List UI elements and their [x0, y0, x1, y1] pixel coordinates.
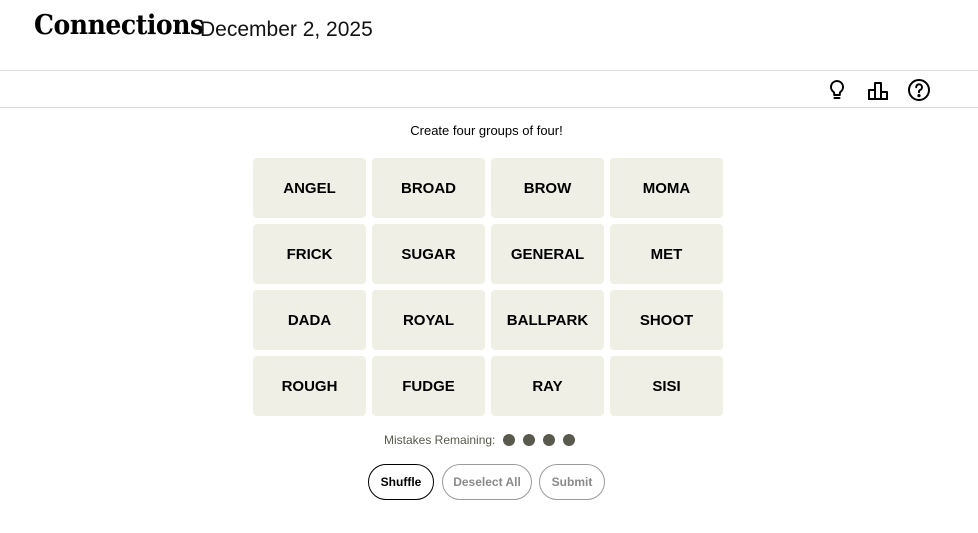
- help-icon[interactable]: [907, 78, 931, 102]
- word-tile[interactable]: BROW: [491, 158, 604, 218]
- word-tile[interactable]: BROAD: [372, 158, 485, 218]
- mistakes-label: Mistakes Remaining:: [384, 433, 496, 447]
- toolbar: [0, 71, 978, 108]
- word-tile[interactable]: ANGEL: [253, 158, 366, 218]
- word-tile[interactable]: GENERAL: [491, 224, 604, 284]
- mistake-dot: [503, 434, 516, 446]
- word-tile[interactable]: FUDGE: [372, 356, 485, 416]
- shuffle-button[interactable]: Shuffle: [368, 464, 434, 500]
- puzzle-date: December 2, 2025: [200, 18, 373, 41]
- mistake-dot: [563, 434, 576, 446]
- instructions: Create four groups of four!: [410, 123, 563, 138]
- deselect-all-button[interactable]: Deselect All: [442, 464, 532, 500]
- controls: Shuffle Deselect All Submit: [0, 464, 978, 500]
- word-grid: ANGEL BROAD BROW MOMA FRICK SUGAR GENERA…: [253, 158, 723, 416]
- word-tile[interactable]: MET: [610, 224, 723, 284]
- word-tile[interactable]: SHOOT: [610, 290, 723, 350]
- word-tile[interactable]: FRICK: [253, 224, 366, 284]
- word-tile[interactable]: RAY: [491, 356, 604, 416]
- word-tile[interactable]: ROUGH: [253, 356, 366, 416]
- mistake-dot: [523, 434, 536, 446]
- mistake-dot: [543, 434, 556, 446]
- leaderboard-icon[interactable]: [866, 78, 890, 102]
- word-tile[interactable]: SISI: [610, 356, 723, 416]
- app-title: Connections: [34, 10, 204, 41]
- mistake-dots: [503, 434, 583, 446]
- word-tile[interactable]: DADA: [253, 290, 366, 350]
- submit-button[interactable]: Submit: [539, 464, 605, 500]
- word-tile[interactable]: BALLPARK: [491, 290, 604, 350]
- word-tile[interactable]: MOMA: [610, 158, 723, 218]
- lightbulb-icon[interactable]: [825, 78, 849, 102]
- word-tile[interactable]: ROYAL: [372, 290, 485, 350]
- mistakes-remaining: Mistakes Remaining:: [384, 432, 583, 448]
- word-tile[interactable]: SUGAR: [372, 224, 485, 284]
- header: Connections December 2, 2025: [0, 0, 978, 71]
